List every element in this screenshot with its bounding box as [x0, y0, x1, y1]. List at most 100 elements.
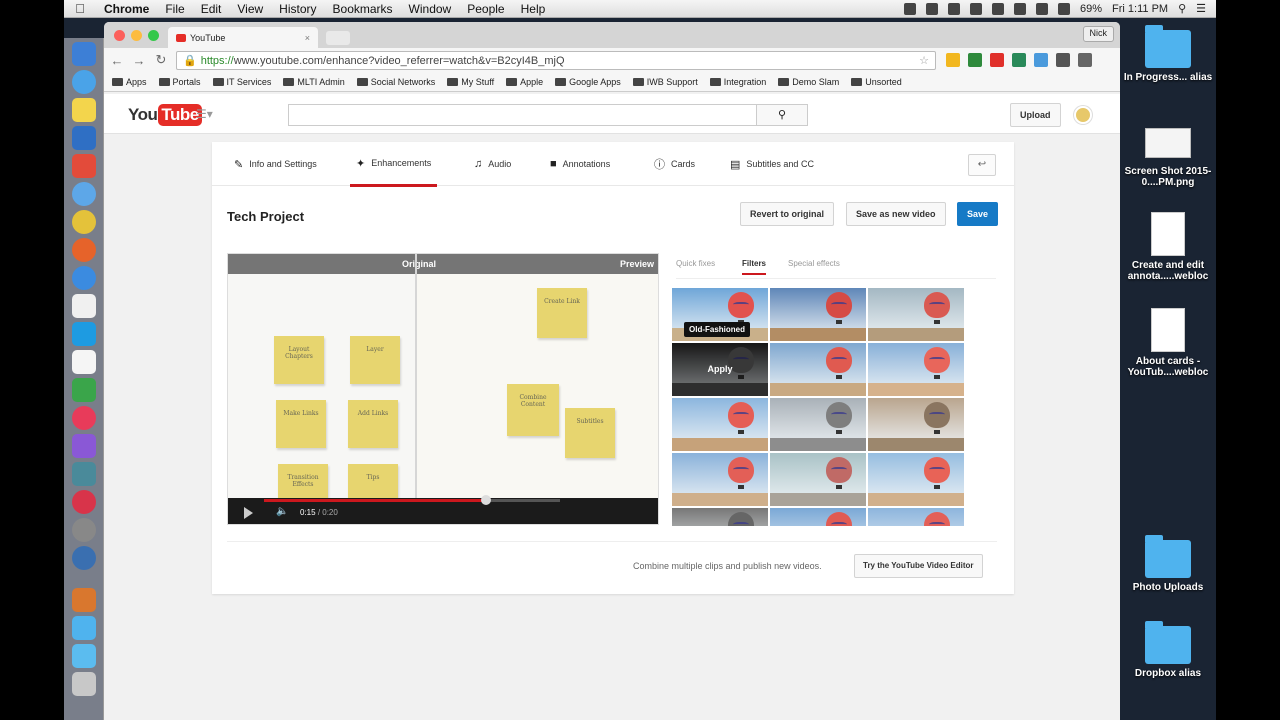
notes-icon[interactable] — [72, 98, 96, 122]
desktop-folder-photo-uploads[interactable]: Photo Uploads — [1118, 535, 1216, 593]
profile-button[interactable]: Nick — [1082, 26, 1114, 42]
menu-people[interactable]: People — [459, 2, 512, 16]
zoom-window-button[interactable] — [148, 30, 159, 41]
desktop-webloc-annotations[interactable]: Create and edit annota.....webloc — [1118, 212, 1216, 282]
apple-menu-icon[interactable]:  — [64, 1, 96, 16]
tab-filters[interactable]: Filters — [742, 259, 767, 275]
documents-stack-icon[interactable] — [72, 616, 96, 640]
app-icon-red[interactable] — [72, 490, 96, 514]
revert-to-original-button[interactable]: Revert to original — [740, 202, 835, 226]
tab-audio[interactable]: ♫ Audio — [474, 142, 511, 186]
imovie-icon[interactable] — [72, 434, 96, 458]
address-bar[interactable]: 🔒 https:// www.youtube.com/enhance?video… — [176, 51, 936, 70]
back-arrow-icon[interactable]: ← — [110, 53, 124, 68]
bookmark-apple[interactable]: Apple — [506, 77, 543, 87]
menu-file[interactable]: File — [157, 2, 192, 16]
browser-tab-youtube[interactable]: YouTube × — [168, 27, 318, 48]
bookmark-integration[interactable]: Integration — [710, 77, 767, 87]
bookmark-demo-slam[interactable]: Demo Slam — [778, 77, 839, 87]
tab-special-effects[interactable]: Special effects — [788, 259, 840, 273]
tab-subtitles-cc[interactable]: ▤ Subtitles and CC — [730, 142, 814, 186]
filter-thumbnail[interactable] — [868, 508, 964, 526]
filter-thumbnail[interactable] — [868, 343, 964, 396]
filter-thumbnail[interactable] — [770, 398, 866, 451]
battery-percent[interactable]: 69% — [1080, 3, 1102, 15]
menu-edit[interactable]: Edit — [193, 2, 230, 16]
calendar-icon[interactable] — [72, 294, 96, 318]
bookmark-my-stuff[interactable]: My Stuff — [447, 77, 494, 87]
save-as-new-video-button[interactable]: Save as new video — [846, 202, 946, 226]
menu-view[interactable]: View — [229, 2, 271, 16]
volume-icon[interactable] — [1058, 2, 1070, 15]
evernote-icon[interactable] — [72, 378, 96, 402]
bookmark-iwb-support[interactable]: IWB Support — [633, 77, 698, 87]
search-button[interactable]: ⚲ — [756, 104, 808, 126]
tab-info-settings[interactable]: ✎ Info and Settings — [234, 142, 317, 186]
chrome-icon[interactable] — [72, 210, 96, 234]
status-icon-4[interactable] — [970, 2, 982, 15]
status-icon-1[interactable] — [904, 2, 916, 15]
bookmark-social-networks[interactable]: Social Networks — [357, 77, 436, 87]
desktop-webloc-cards[interactable]: About cards - YouTub....webloc — [1118, 308, 1216, 378]
quicktime-icon[interactable] — [72, 546, 96, 570]
scrubber-handle[interactable] — [481, 495, 491, 505]
tab-cards[interactable]: ⓘ Cards — [654, 142, 695, 186]
tab-annotations[interactable]: ■ Annotations — [550, 142, 610, 186]
play-button[interactable] — [244, 507, 253, 519]
itunes-icon[interactable] — [72, 406, 96, 430]
forward-arrow-icon[interactable]: → — [132, 53, 146, 68]
filter-thumbnail[interactable] — [672, 398, 768, 451]
filter-thumbnail[interactable] — [770, 453, 866, 506]
filter-thumbnail[interactable] — [868, 398, 964, 451]
guide-menu-icon[interactable]: ☰▾ — [196, 107, 213, 121]
video-player[interactable]: Original Preview Layout Chapters Layer M… — [227, 253, 659, 525]
desktop-folder-in-progress[interactable]: In Progress... alias — [1118, 25, 1216, 83]
menu-window[interactable]: Window — [401, 2, 460, 16]
bookmark-unsorted[interactable]: Unsorted — [851, 77, 902, 87]
extension-icon-5[interactable] — [1034, 53, 1048, 67]
spotlight-icon[interactable]: ⚲ — [1178, 2, 1186, 15]
bluetooth-icon[interactable] — [1014, 2, 1026, 15]
upload-button[interactable]: Upload — [1010, 103, 1061, 127]
bookmark-google-apps[interactable]: Google Apps — [555, 77, 621, 87]
youtube-logo[interactable]: You Tube — [128, 104, 202, 126]
desktop-folder-dropbox[interactable]: Dropbox alias — [1118, 621, 1216, 679]
status-icon-2[interactable] — [926, 2, 938, 15]
volume-icon[interactable]: 🔈 — [276, 506, 288, 517]
status-icon-5[interactable] — [992, 2, 1004, 15]
save-button[interactable]: Save — [957, 202, 999, 226]
search-input[interactable] — [288, 104, 758, 126]
bookmark-it-services[interactable]: IT Services — [213, 77, 272, 87]
try-video-editor-button[interactable]: Try the YouTube Video Editor — [854, 554, 983, 578]
extension-icon-6[interactable] — [1056, 53, 1070, 67]
menu-app-name[interactable]: Chrome — [96, 2, 157, 16]
extension-icon-4[interactable] — [1012, 53, 1026, 67]
menu-bookmarks[interactable]: Bookmarks — [325, 2, 401, 16]
filter-thumbnail[interactable] — [770, 508, 866, 526]
filter-thumbnail[interactable] — [672, 453, 768, 506]
network-icon[interactable] — [72, 182, 96, 206]
safari-icon[interactable] — [72, 266, 96, 290]
wifi-icon[interactable] — [1036, 2, 1048, 15]
preview-icon[interactable] — [72, 462, 96, 486]
extension-icon-2[interactable] — [968, 53, 982, 67]
bookmark-portals[interactable]: Portals — [159, 77, 201, 87]
clock[interactable]: Fri 1:11 PM — [1112, 3, 1168, 15]
firefox-icon[interactable] — [72, 238, 96, 262]
close-tab-icon[interactable]: × — [305, 33, 310, 43]
bookmark-apps[interactable]: Apps — [112, 77, 147, 87]
desktop-screenshot-file[interactable]: Screen Shot 2015-0....PM.png — [1118, 118, 1216, 188]
new-tab-button[interactable] — [326, 31, 350, 45]
extension-icon-3[interactable] — [990, 53, 1004, 67]
filter-thumbnail[interactable] — [868, 288, 964, 341]
app-store-icon[interactable] — [72, 70, 96, 94]
skype-icon[interactable] — [72, 322, 96, 346]
avatar[interactable] — [1074, 106, 1092, 124]
apply-filter-button[interactable]: Apply — [672, 343, 768, 396]
trash-icon[interactable] — [72, 672, 96, 696]
system-icon[interactable] — [72, 126, 96, 150]
filter-thumbnail[interactable] — [672, 508, 768, 526]
photo-booth-icon[interactable] — [72, 154, 96, 178]
finder-icon[interactable] — [72, 42, 96, 66]
drive-extension-icon[interactable] — [946, 53, 960, 67]
